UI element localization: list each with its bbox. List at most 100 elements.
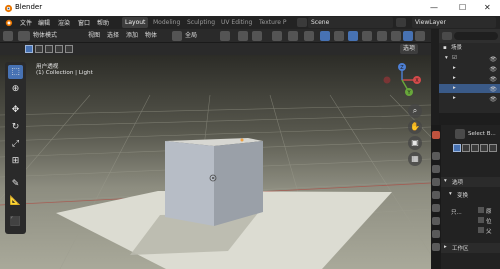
select-mode-invert-icon[interactable]: [55, 45, 63, 53]
shading-solid-icon[interactable]: [403, 31, 413, 41]
blender-menu-icon[interactable]: [4, 18, 13, 27]
select-mode-new-icon[interactable]: [453, 144, 461, 152]
tab-sculpting[interactable]: Sculpting: [184, 17, 218, 28]
show-overlays-icon[interactable]: [348, 31, 358, 41]
pan-hand-icon[interactable]: ✋: [408, 120, 422, 134]
view-layer-tab-icon[interactable]: [432, 178, 440, 186]
overlay-options-icon[interactable]: [362, 31, 372, 41]
menu-select[interactable]: 选择: [107, 31, 119, 41]
move-tool-icon[interactable]: ✥: [8, 103, 23, 117]
pivot-icon[interactable]: [220, 31, 230, 41]
visibility-eye-icon[interactable]: 👁: [489, 85, 497, 94]
tab-texture-paint[interactable]: Texture P: [256, 17, 290, 28]
menu-file[interactable]: 文件: [20, 18, 32, 27]
outliner-search-input[interactable]: [454, 32, 498, 40]
scene-field[interactable]: Scene: [308, 17, 393, 28]
tab-modeling[interactable]: Modeling: [150, 17, 183, 28]
close-button[interactable]: ✕: [484, 2, 491, 13]
affect-locations-checkbox[interactable]: [478, 217, 484, 223]
shading-wireframe-icon[interactable]: [391, 31, 401, 41]
snap-icon[interactable]: [238, 31, 248, 41]
expand-arrow-icon[interactable]: ▸: [453, 64, 456, 73]
scene-properties-tab-icon[interactable]: [432, 191, 440, 199]
select-mode-invert-icon[interactable]: [480, 144, 488, 152]
zoom-icon[interactable]: ⌕: [408, 104, 422, 118]
outliner-object-row[interactable]: ▸ 👁: [439, 94, 500, 103]
select-mode-subtract-icon[interactable]: [45, 45, 53, 53]
object-properties-tab-icon[interactable]: [432, 217, 440, 225]
menu-help[interactable]: 帮助: [97, 18, 109, 27]
menu-edit[interactable]: 编辑: [38, 18, 50, 27]
affect-origins-checkbox[interactable]: [478, 207, 484, 213]
select-mode-new-icon[interactable]: [25, 45, 33, 53]
add-cube-tool-icon[interactable]: ⬛: [8, 215, 23, 229]
camera-view-icon[interactable]: ▣: [408, 136, 422, 150]
visibility-eye-icon[interactable]: 👁: [489, 95, 497, 104]
tab-layout[interactable]: Layout: [122, 17, 149, 28]
tab-uv-editing[interactable]: UV Editing: [218, 17, 255, 28]
select-mode-extend-icon[interactable]: [462, 144, 470, 152]
gizmo-options-icon[interactable]: [334, 31, 344, 41]
menu-object[interactable]: 物体: [145, 31, 157, 41]
editor-type-icon[interactable]: [3, 31, 13, 41]
outliner-editor-icon[interactable]: [442, 32, 452, 40]
cursor-tool-icon[interactable]: ⊕: [8, 82, 23, 96]
minimize-button[interactable]: —: [430, 2, 438, 13]
3d-viewport[interactable]: X Z Y ⌕ ✋ ▣ ▦ 用户透视 (1) Collection | Ligh…: [0, 55, 431, 269]
scale-tool-icon[interactable]: ⤢: [8, 137, 23, 151]
scene-icon[interactable]: [297, 18, 307, 27]
physics-properties-tab-icon[interactable]: [432, 243, 440, 251]
annotate-tool-icon[interactable]: ✎: [8, 177, 23, 191]
measure-tool-icon[interactable]: 📐: [8, 194, 23, 208]
rotate-tool-icon[interactable]: ↻: [8, 120, 23, 134]
navigation-gizmo[interactable]: X Z Y: [382, 62, 422, 98]
render-properties-tab-icon[interactable]: [432, 152, 440, 160]
show-gizmo-icon[interactable]: [320, 31, 330, 41]
visibility-eye-icon[interactable]: 👁: [489, 75, 497, 84]
shading-material-icon[interactable]: [415, 31, 425, 41]
perspective-toggle-icon[interactable]: ▦: [408, 152, 422, 166]
transform-tool-icon[interactable]: ⊞: [8, 154, 23, 168]
visibility-icon[interactable]: [304, 31, 314, 41]
expand-arrow-icon[interactable]: ▾: [445, 54, 448, 63]
modifier-properties-tab-icon[interactable]: [432, 230, 440, 238]
select-mode-intersect-icon[interactable]: [65, 45, 73, 53]
xray-icon[interactable]: [377, 31, 387, 41]
expand-arrow-icon[interactable]: ▸: [453, 84, 456, 93]
orientation-dropdown[interactable]: 全局: [185, 31, 197, 41]
menu-add[interactable]: 添加: [126, 31, 138, 41]
orientation-icon[interactable]: [172, 31, 182, 41]
outliner-object-row[interactable]: ▸ 👁: [439, 64, 500, 73]
collection-checkbox-icon[interactable]: ☑: [452, 54, 457, 63]
visibility-eye-icon[interactable]: 👁: [489, 55, 497, 64]
visibility-eye-icon[interactable]: 👁: [489, 65, 497, 74]
active-tool-row[interactable]: Select B...: [441, 129, 500, 141]
menu-render[interactable]: 渲染: [58, 18, 70, 27]
workspace-panel-header[interactable]: ▸ 工作区: [441, 243, 500, 253]
outliner-object-row-selected[interactable]: ▸ 👁: [439, 84, 500, 93]
snap-target-icon[interactable]: [252, 31, 262, 41]
select-mode-extend-icon[interactable]: [35, 45, 43, 53]
affect-parents-checkbox[interactable]: [478, 227, 484, 233]
view-layer-field[interactable]: ViewLayer: [412, 17, 496, 28]
expand-arrow-icon[interactable]: ▸: [453, 74, 456, 83]
outliner-scene-row[interactable]: ▪ 场景: [439, 44, 500, 53]
options-dropdown[interactable]: 选项: [400, 44, 419, 54]
proportional-edit-icon[interactable]: [272, 31, 282, 41]
view-layer-icon[interactable]: [396, 18, 406, 27]
mode-dropdown[interactable]: 物体模式: [33, 31, 57, 41]
expand-arrow-icon[interactable]: ▸: [453, 94, 456, 103]
outliner-collection-row[interactable]: ▾ ☑ 👁: [439, 54, 500, 63]
maximize-button[interactable]: ☐: [459, 2, 466, 13]
proportional-falloff-icon[interactable]: [288, 31, 298, 41]
menu-view[interactable]: 视图: [88, 31, 100, 41]
select-mode-intersect-icon[interactable]: [489, 144, 497, 152]
select-mode-subtract-icon[interactable]: [471, 144, 479, 152]
options-panel-header[interactable]: ▾ 选项: [441, 177, 500, 187]
tool-properties-tab-icon[interactable]: [432, 131, 440, 139]
select-box-tool-icon[interactable]: ⬚: [8, 65, 23, 79]
transform-panel-header[interactable]: ▾ 变换: [441, 190, 500, 200]
world-properties-tab-icon[interactable]: [432, 204, 440, 212]
outliner-object-row[interactable]: ▸ 👁: [439, 74, 500, 83]
menu-window[interactable]: 窗口: [78, 18, 90, 27]
